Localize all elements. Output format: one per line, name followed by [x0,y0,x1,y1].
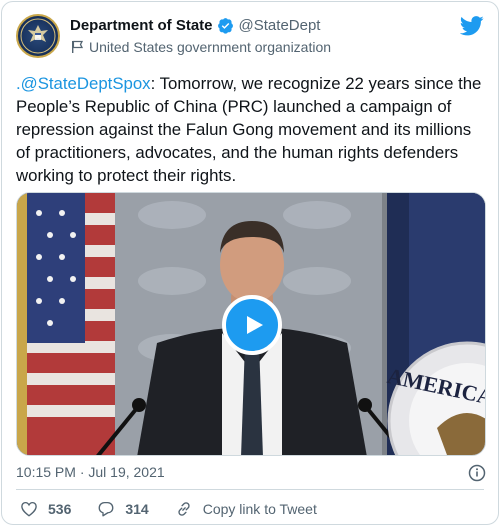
twitter-bird-icon[interactable] [460,16,484,36]
tweet-card: Department of State @StateDept United St… [1,1,499,525]
info-icon[interactable] [468,464,486,482]
us-flag [17,193,115,455]
handle[interactable]: @StateDept [239,17,321,34]
state-seal-icon [20,18,56,54]
tweet-meta: 10:15 PM · Jul 19, 2021 [16,464,488,484]
timestamp[interactable]: 10:15 PM · Jul 19, 2021 [16,464,165,480]
verified-badge-icon [217,18,233,34]
link-icon [178,502,190,516]
tweet-header: Department of State @StateDept United St… [16,14,484,60]
name-row: Department of State @StateDept [70,17,320,34]
video-player[interactable]: AMERICA [16,192,486,456]
display-name[interactable]: Department of State [70,17,213,34]
reply-count: 314 [125,501,149,517]
divider [16,489,484,490]
account-label: United States government organization [89,39,332,55]
account-label-row: United States government organization [70,39,331,55]
like-button[interactable]: 536 [20,500,71,518]
copy-link-label: Copy link to Tweet [202,501,317,517]
reply-icon [98,501,114,517]
reply-button[interactable]: 314 [97,500,149,518]
play-button[interactable] [222,295,282,355]
heart-icon [21,501,37,517]
play-icon [247,316,263,334]
action-bar: 536 314 Copy link to Tweet [20,498,343,520]
government-flag-icon [72,40,84,53]
mention-link[interactable]: .@StateDeptSpox [16,74,151,93]
like-count: 536 [48,501,72,517]
tweet-text: .@StateDeptSpox: Tomorrow, we recognize … [16,72,488,187]
avatar[interactable] [16,14,60,58]
copy-link-button[interactable]: Copy link to Tweet [175,500,317,518]
